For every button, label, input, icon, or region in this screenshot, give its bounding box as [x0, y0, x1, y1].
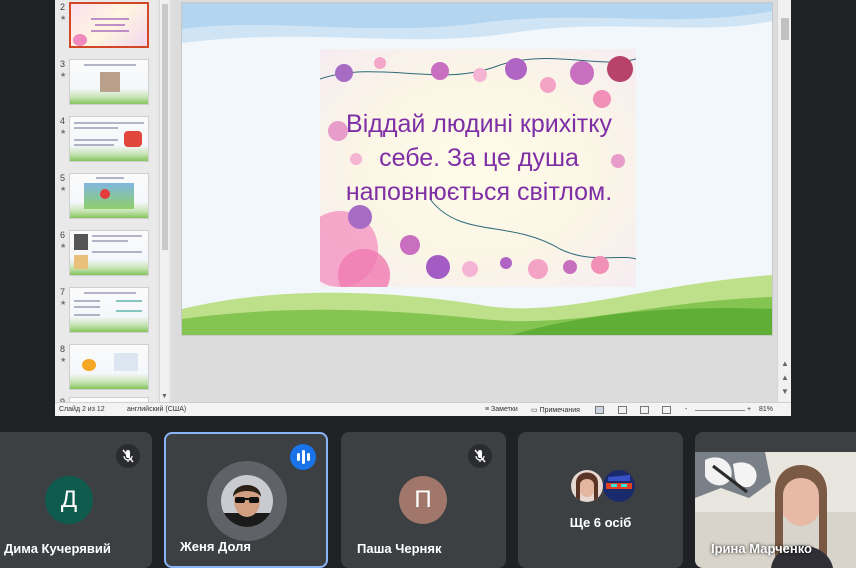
zoom-in-button[interactable]: +: [747, 406, 751, 413]
slide-thumb-7[interactable]: 7 ★: [55, 287, 157, 339]
slide-number: 6: [60, 230, 66, 240]
comments-label: Примечания: [539, 407, 580, 414]
slide-thumb-3[interactable]: 3 ★: [55, 59, 157, 111]
slide-thumbnail: [69, 59, 149, 105]
slide-thumb-2[interactable]: 2 ★: [55, 2, 157, 54]
animation-star-icon: ★: [60, 129, 67, 136]
participant-tile-dyma[interactable]: Д Дима Кучерявий: [0, 432, 152, 568]
participant-tile-iryna[interactable]: Ірина Марченко: [695, 432, 856, 568]
participant-avatar-small: [603, 470, 635, 502]
participant-name: Паша Черняк: [357, 541, 442, 556]
animation-star-icon: ★: [60, 186, 67, 193]
reading-view-icon[interactable]: [640, 406, 649, 414]
microphone-muted-icon: [116, 444, 140, 468]
notes-button[interactable]: ≡ Заметки: [485, 406, 518, 413]
animation-star-icon: ★: [60, 72, 67, 79]
more-participants-tile[interactable]: Ще 6 осіб: [518, 432, 683, 568]
normal-view-icon[interactable]: [595, 406, 604, 414]
participant-name: Женя Доля: [180, 539, 251, 554]
quote-line-1: Віддай людині крихітку: [346, 110, 612, 138]
participant-name: Дима Кучерявий: [4, 541, 111, 556]
participant-tile-zhenya[interactable]: Женя Доля: [164, 432, 328, 568]
zoom-out-button[interactable]: -: [685, 406, 687, 413]
slide-number: 8: [60, 344, 66, 354]
slide-thumb-5[interactable]: 5 ★: [55, 173, 157, 225]
slide-thumbnail: [69, 116, 149, 162]
slide-number: 4: [60, 116, 66, 126]
animation-star-icon: ★: [60, 243, 67, 250]
slide-quote-text: Віддай людині крихітку себе. За це душа …: [334, 107, 624, 209]
slide-thumbnail: [69, 344, 149, 390]
scroll-up-icon[interactable]: ▲: [781, 360, 789, 368]
quote-line-2: себе. За це душа: [379, 144, 579, 172]
quote-card: Віддай людині крихітку себе. За це душа …: [320, 49, 636, 287]
slide-editing-area[interactable]: Віддай людині крихітку себе. За це душа …: [171, 0, 777, 402]
avatar: П: [399, 476, 447, 524]
slide-thumbnail: [69, 287, 149, 333]
scroll-thumb[interactable]: [781, 18, 789, 40]
prev-slide-icon[interactable]: ▲: [781, 374, 789, 382]
avatar: [221, 475, 273, 527]
thumbnails-scrollbar[interactable]: ▼: [159, 0, 169, 402]
slideshow-icon[interactable]: [662, 406, 671, 414]
participant-name: Ірина Марченко: [711, 541, 812, 556]
current-slide: Віддай людині крихітку себе. За це душа …: [181, 2, 773, 336]
slide-thumbnail: [69, 230, 149, 276]
slide-number: 7: [60, 287, 66, 297]
microphone-muted-icon: [468, 444, 492, 468]
participant-avatar-small: [571, 470, 603, 502]
participant-tile-pasha[interactable]: П Паша Черняк: [341, 432, 506, 568]
slide-thumbnail: [69, 173, 149, 219]
slide-thumb-6[interactable]: 6 ★: [55, 230, 157, 282]
animation-star-icon: ★: [60, 357, 67, 364]
slide-number: 2: [60, 2, 66, 12]
zoom-level[interactable]: 81%: [759, 406, 773, 413]
shared-screen-powerpoint: 2 ★ 3 ★ 4 ★ 5 ★ 6 ★ 7 ★ 8 ★ 9 ▼ Віддай л…: [55, 0, 791, 416]
slide-thumbnail: [69, 2, 149, 48]
quote-line-3: наповнюється світлом.: [345, 178, 613, 206]
zoom-slider[interactable]: [695, 410, 745, 411]
vertical-scrollbar[interactable]: ▲ ▲ ▼: [777, 0, 791, 402]
slide-number: 3: [60, 59, 66, 69]
scroll-down-icon[interactable]: ▼: [161, 393, 168, 400]
slide-thumb-8[interactable]: 8 ★: [55, 344, 157, 396]
language-indicator[interactable]: английский (США): [127, 406, 186, 413]
slide-number: 5: [60, 173, 66, 183]
next-slide-icon[interactable]: ▼: [781, 388, 789, 396]
slide-counter: Слайд 2 из 12: [59, 406, 105, 413]
speaking-indicator-icon: [290, 444, 316, 470]
notes-label: Заметки: [491, 406, 518, 413]
powerpoint-status-bar: Слайд 2 из 12 английский (США) ≡ Заметки…: [55, 402, 791, 416]
comments-button[interactable]: ▭ Примечания: [531, 406, 580, 414]
animation-star-icon: ★: [60, 15, 67, 22]
slide-thumbnails-panel[interactable]: 2 ★ 3 ★ 4 ★ 5 ★ 6 ★ 7 ★ 8 ★ 9: [55, 0, 157, 402]
slide-thumb-4[interactable]: 4 ★: [55, 116, 157, 168]
more-participants-label: Ще 6 осіб: [569, 515, 632, 530]
scroll-thumb[interactable]: [162, 4, 168, 250]
slide-sorter-icon[interactable]: [618, 406, 627, 414]
avatar: Д: [45, 476, 93, 524]
animation-star-icon: ★: [60, 300, 67, 307]
